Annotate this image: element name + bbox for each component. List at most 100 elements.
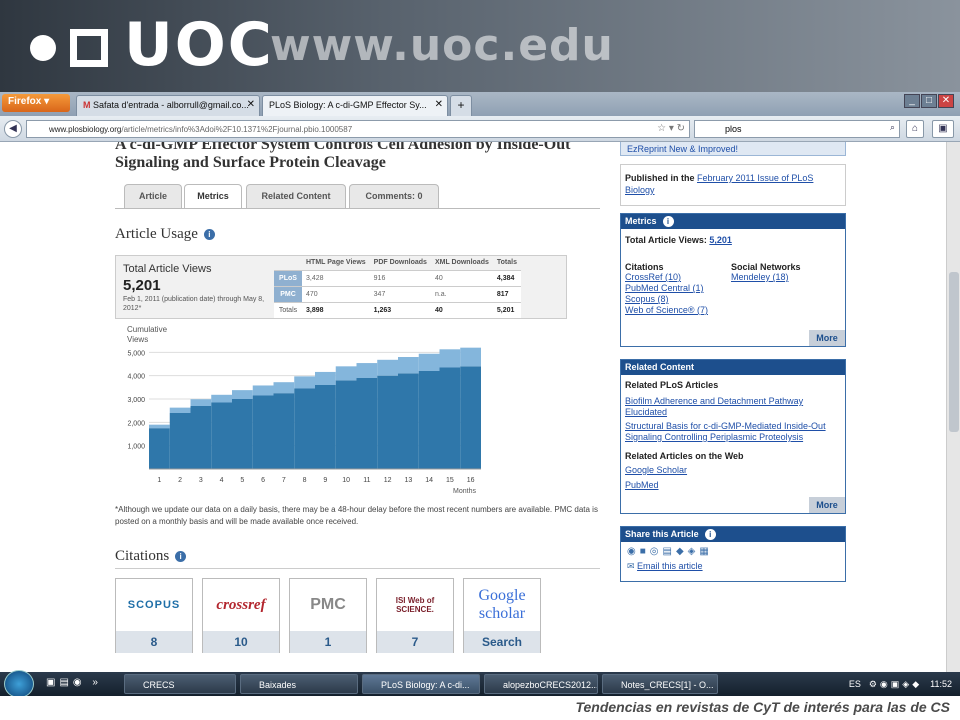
task-word[interactable]: alopezboCRECS2012...	[484, 674, 598, 694]
crossref-link[interactable]: CrossRef (10)	[625, 272, 708, 283]
info-icon[interactable]: i	[203, 229, 215, 241]
maximize-icon[interactable]: □	[921, 94, 937, 108]
citation-scopus[interactable]: SCOPUS 8	[115, 578, 193, 653]
citations-label: Citations	[625, 262, 664, 272]
star-icon[interactable]: ☆ ▾ ↻	[657, 123, 685, 134]
pubmed-central-link[interactable]: PubMed Central (1)	[625, 283, 708, 294]
x-tick-label: 13	[404, 477, 412, 484]
bar-pmc	[418, 353, 440, 371]
home-icon[interactable]: ⌂	[906, 120, 924, 138]
tab-related-content[interactable]: Related Content	[246, 184, 346, 208]
col-header: PDF Downloads	[369, 256, 431, 270]
col-header: HTML Page Views	[302, 256, 370, 270]
related-article-link[interactable]: Biofilm Adherence and Detachment Pathway…	[625, 396, 841, 418]
bar-plos	[294, 388, 315, 469]
citation-google-scholar[interactable]: Google scholar Search	[463, 578, 541, 653]
pubmed-link[interactable]: PubMed	[625, 480, 841, 491]
source-cell: PMC	[274, 285, 302, 302]
google-scholar-link[interactable]: Google Scholar	[625, 465, 841, 476]
scopus-link[interactable]: Scopus (8)	[625, 294, 708, 305]
cumulative-views-chart: CumulativeViews 1,000 2,000 3,000 4,000 5,000…	[127, 325, 481, 494]
usage-heading: Article Usage i	[115, 226, 215, 243]
bar-plos	[169, 413, 191, 469]
cell: 40	[430, 301, 493, 318]
related-article-link[interactable]: Structural Basis for c-di-GMP-Mediated I…	[625, 421, 841, 443]
x-tick-label: 9	[323, 477, 327, 484]
page-scrollbar[interactable]	[946, 142, 960, 672]
share-head: Share this Article i	[621, 527, 845, 542]
clock[interactable]: 11:52	[930, 679, 952, 689]
x-tick-label: 8	[303, 477, 307, 484]
browser-tabbar: Firefox ▾ M Safata d'entrada - alborrull…	[0, 92, 960, 116]
ezreprint-link[interactable]: EzReprint New & Improved!	[627, 144, 738, 154]
magnifier-icon[interactable]: ⌕	[890, 122, 895, 133]
total-views-link[interactable]: 5,201	[709, 235, 732, 245]
tab-article[interactable]: Article	[124, 184, 182, 208]
language-indicator[interactable]: ES	[849, 679, 861, 689]
tab-divider	[115, 208, 600, 209]
col-header	[274, 256, 302, 270]
minimize-icon[interactable]: _	[904, 94, 920, 108]
cell: 3,428	[302, 269, 370, 286]
tab-metrics[interactable]: Metrics	[184, 184, 242, 209]
mendeley-link[interactable]: Mendeley (18)	[731, 272, 801, 283]
source-cell: Totals	[274, 301, 302, 318]
y-tick-label: 1,000	[127, 444, 145, 451]
citation-count[interactable]: 8	[116, 631, 192, 653]
cell: 916	[369, 269, 431, 286]
close-window-icon[interactable]: ✕	[938, 94, 954, 108]
citation-wos[interactable]: ISI Web of SCIENCE. 7	[376, 578, 454, 653]
share-box: Share this Article i ◉■◎▤◆◈▦ ✉ Email this…	[620, 526, 846, 582]
bar-pmc	[211, 394, 232, 403]
citation-count[interactable]: 1	[290, 631, 366, 653]
close-icon[interactable]: ✕	[435, 99, 443, 110]
tab-comments[interactable]: Comments: 0	[349, 184, 439, 208]
tray-icons[interactable]: ⚙◉▣◈◆	[869, 679, 922, 689]
ezreprint-box: EzReprint New & Improved!	[620, 142, 846, 156]
bar-pmc	[169, 407, 191, 413]
web-of-science-link[interactable]: Web of Science® (7)	[625, 305, 708, 316]
citation-crossref[interactable]: crossref 10	[202, 578, 280, 653]
page-content: A c-di-GMP Effector System Controls Cell…	[0, 142, 960, 672]
y-axis-label: Views	[127, 335, 148, 344]
tab-gmail[interactable]: M Safata d'entrada - alborrull@gmail.co.…	[76, 95, 260, 116]
col-header: XML Downloads	[430, 256, 493, 270]
search-input[interactable]: plos ⌕	[694, 120, 900, 138]
addon-icon[interactable]: ▣	[932, 120, 954, 138]
usage-table: HTML Page Views PDF Downloads XML Downlo…	[274, 256, 521, 318]
scrollbar-thumb[interactable]	[949, 272, 959, 432]
info-icon[interactable]: i	[704, 529, 716, 541]
metrics-more-button[interactable]: More	[809, 330, 845, 346]
citation-count[interactable]: 7	[377, 631, 453, 653]
y-tick-label: 4,000	[127, 374, 145, 381]
url-bar[interactable]: www.plosbiology.org/article/metrics/info…	[26, 120, 690, 138]
task-plos[interactable]: PLoS Biology: A c-di...	[362, 674, 480, 694]
logo-dot	[30, 35, 56, 62]
task-crecs[interactable]: CRECS	[124, 674, 236, 694]
start-button[interactable]	[4, 670, 34, 698]
info-icon[interactable]: i	[662, 216, 674, 228]
table-row: Totals 3,898 1,263 40 5,201	[274, 301, 521, 318]
share-icons[interactable]: ◉■◎▤◆◈▦	[621, 542, 845, 561]
windows-taskbar: ▣▤◉ » CRECS Baixades PLoS Biology: A c-d…	[0, 670, 960, 698]
info-icon[interactable]: i	[175, 551, 187, 563]
task-notes[interactable]: Notes_CRECS[1] - O...	[602, 674, 718, 694]
related-head: Related Content	[621, 360, 845, 375]
citation-pmc[interactable]: PMC 1	[289, 578, 367, 653]
close-icon[interactable]: ✕	[247, 99, 255, 110]
search-link[interactable]: Search	[464, 631, 540, 653]
back-button[interactable]: ◀	[4, 120, 22, 138]
bar-plos	[398, 373, 419, 469]
bar-plos	[335, 380, 357, 469]
tab-plos[interactable]: PLoS Biology: A c-di-GMP Effector Sy... ✕	[262, 95, 448, 116]
x-tick-label: 4	[220, 477, 224, 484]
firefox-menu-button[interactable]: Firefox ▾	[2, 94, 70, 112]
x-axis-label: Months	[453, 488, 476, 494]
related-more-button[interactable]: More	[809, 497, 845, 513]
cell: 1,263	[369, 301, 431, 318]
task-baixades[interactable]: Baixades	[240, 674, 358, 694]
email-link[interactable]: Email this article	[637, 561, 703, 571]
new-tab-button[interactable]: +	[450, 95, 472, 116]
citation-count[interactable]: 10	[203, 631, 279, 653]
quick-launch-icons[interactable]: ▣▤◉ »	[46, 677, 102, 688]
